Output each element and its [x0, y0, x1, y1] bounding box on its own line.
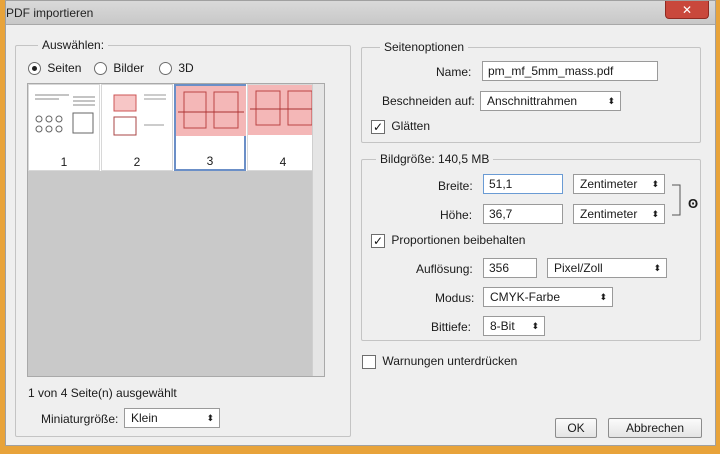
thumbnail-size-value: Klein	[131, 411, 158, 425]
page-4-preview	[248, 85, 320, 135]
page-1-number: 1	[60, 155, 68, 169]
pdf-import-dialog: PDF importieren ✕ Auswählen: Seiten Bild…	[5, 0, 716, 446]
page-2-number: 2	[133, 155, 141, 169]
crop-select[interactable]: Anschnittrahmen ⬍	[480, 91, 621, 111]
window-title: PDF importieren	[6, 6, 94, 20]
depth-select[interactable]: 8-Bit ⬍	[483, 316, 545, 336]
keep-proportions-row[interactable]: ✓ Proportionen beibehalten	[371, 233, 525, 248]
page-2-preview	[105, 89, 171, 137]
cancel-button[interactable]: Abbrechen	[608, 418, 702, 438]
thumbnail-grid[interactable]: 1 2 3 4	[27, 83, 325, 377]
page-thumbnail-2[interactable]: 2	[101, 84, 173, 171]
height-unit-select[interactable]: Zentimeter ⬍	[573, 204, 665, 224]
keep-proportions-label: Proportionen beibehalten	[391, 233, 526, 247]
height-unit-value: Zentimeter	[580, 207, 638, 221]
name-label: Name:	[436, 65, 472, 79]
updown-arrow-icon: ⬍	[607, 96, 615, 106]
page-thumbnail-1[interactable]: 1	[28, 84, 100, 171]
radio-3d[interactable]: 3D	[159, 61, 194, 76]
mode-select[interactable]: CMYK-Farbe ⬍	[483, 287, 613, 307]
updown-arrow-icon: ⬍	[653, 263, 661, 273]
updown-arrow-icon: ⬍	[651, 209, 659, 219]
radio-3d-label: 3D	[178, 61, 194, 75]
ok-button[interactable]: OK	[555, 418, 597, 438]
image-size-title: Bildgröße: 140,5 MB	[376, 152, 494, 166]
updown-arrow-icon: ⬍	[651, 179, 659, 189]
chain-link-icon[interactable]: ʘ	[688, 196, 698, 211]
width-field[interactable]: 51,1	[483, 174, 563, 194]
updown-arrow-icon: ⬍	[206, 413, 214, 423]
crop-value: Anschnittrahmen	[487, 94, 578, 108]
resolution-label: Auflösung:	[416, 262, 473, 276]
resolution-unit-select[interactable]: Pixel/Zoll ⬍	[547, 258, 667, 278]
width-unit-select[interactable]: Zentimeter ⬍	[573, 174, 665, 194]
title-bar: PDF importieren ✕	[6, 1, 715, 25]
smooth-checkbox[interactable]: ✓	[371, 119, 385, 134]
radio-seiten[interactable]: Seiten	[28, 61, 82, 76]
smooth-label: Glätten	[391, 119, 431, 133]
radio-3d-indicator[interactable]	[159, 62, 172, 76]
thumbnail-scrollbar[interactable]	[312, 84, 324, 376]
select-group-title: Auswählen:	[38, 38, 109, 52]
proportion-link-bracket	[672, 184, 681, 216]
resolution-field[interactable]: 356	[483, 258, 537, 278]
radio-seiten-indicator[interactable]	[28, 62, 41, 76]
thumbnail-size-select[interactable]: Klein ⬍	[124, 408, 220, 428]
page-4-number: 4	[279, 155, 287, 169]
width-label: Breite:	[438, 179, 473, 193]
page-1-preview	[32, 89, 98, 137]
radio-seiten-label: Seiten	[47, 61, 82, 75]
updown-arrow-icon: ⬍	[531, 321, 539, 331]
page-3-preview	[176, 86, 246, 136]
warnings-checkbox[interactable]	[362, 354, 376, 369]
resolution-unit-value: Pixel/Zoll	[554, 261, 603, 275]
thumbnail-size-label: Miniaturgröße:	[41, 412, 119, 426]
warnings-row[interactable]: Warnungen unterdrücken	[362, 354, 517, 369]
close-button[interactable]: ✕	[665, 1, 709, 19]
selection-status: 1 von 4 Seite(n) ausgewählt	[28, 386, 177, 400]
radio-bilder-label: Bilder	[113, 61, 145, 75]
height-field[interactable]: 36,7	[483, 204, 563, 224]
depth-label: Bittiefe:	[431, 320, 472, 334]
smooth-checkbox-row[interactable]: ✓ Glätten	[371, 119, 430, 134]
height-label: Höhe:	[440, 208, 473, 222]
mode-label: Modus:	[435, 291, 475, 305]
page-thumbnail-4[interactable]: 4	[247, 84, 320, 171]
mode-value: CMYK-Farbe	[490, 290, 561, 304]
depth-value: 8-Bit	[490, 319, 515, 333]
width-unit-value: Zentimeter	[580, 177, 638, 191]
page-3-number: 3	[206, 154, 214, 168]
updown-arrow-icon: ⬍	[599, 292, 607, 302]
name-field[interactable]: pm_mf_5mm_mass.pdf	[482, 61, 658, 81]
keep-proportions-checkbox[interactable]: ✓	[371, 233, 385, 248]
radio-bilder-indicator[interactable]	[94, 62, 107, 76]
page-thumbnail-3[interactable]: 3	[174, 84, 246, 171]
crop-label: Beschneiden auf:	[382, 94, 475, 108]
page-options-title: Seitenoptionen	[380, 40, 469, 54]
warnings-label: Warnungen unterdrücken	[382, 354, 518, 368]
radio-bilder[interactable]: Bilder	[94, 61, 145, 76]
